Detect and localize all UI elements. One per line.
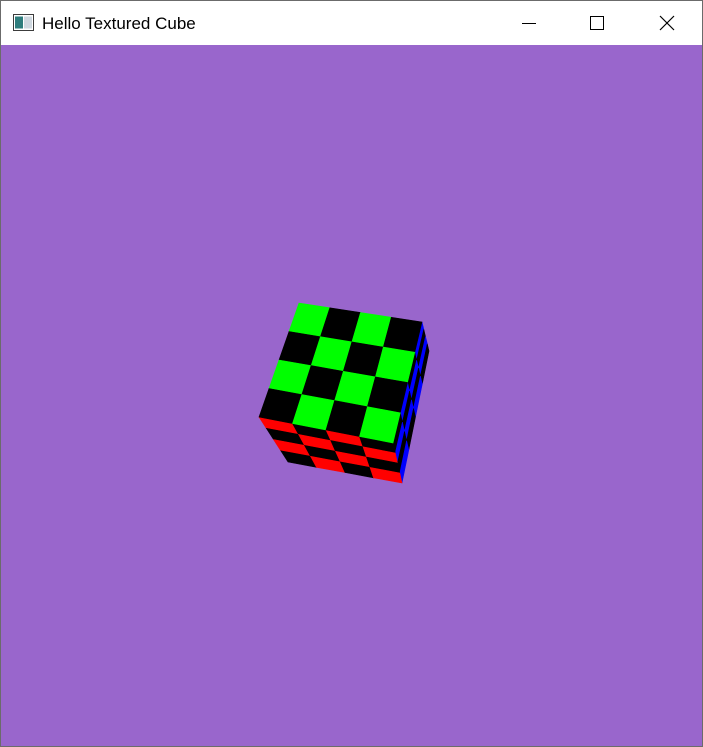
- scene-svg: [1, 45, 702, 746]
- app-window: Hello Textured Cube: [0, 0, 703, 747]
- render-canvas[interactable]: [1, 45, 702, 746]
- close-icon: [659, 15, 675, 31]
- minimize-button[interactable]: [506, 1, 552, 45]
- maximize-button[interactable]: [574, 1, 620, 45]
- app-window-icon: [13, 14, 35, 37]
- minimize-icon: [522, 23, 536, 24]
- maximize-icon: [590, 16, 604, 30]
- window-title: Hello Textured Cube: [42, 14, 196, 33]
- close-button[interactable]: [644, 1, 690, 45]
- title-bar[interactable]: Hello Textured Cube: [1, 1, 702, 45]
